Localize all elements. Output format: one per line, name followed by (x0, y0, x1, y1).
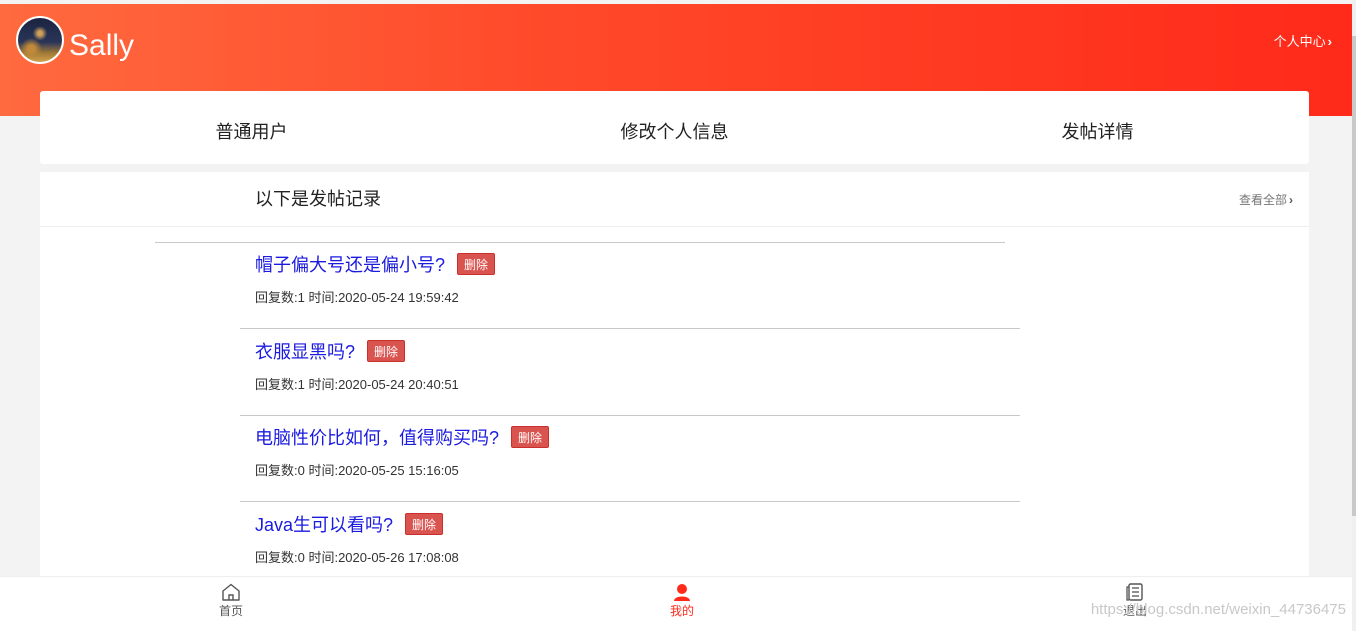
scrollbar-thumb[interactable] (1352, 36, 1356, 516)
post-records-card: 以下是发帖记录 查看全部 › 帽子偏大号还是偏小号? 删除 回复数:1 时间:202… (40, 172, 1309, 576)
post-item: Java生可以看吗? 删除 (255, 513, 444, 537)
post-title-link[interactable]: 帽子偏大号还是偏小号? (255, 255, 445, 275)
section-title: 以下是发帖记录 (255, 189, 381, 209)
user-icon (674, 584, 690, 601)
nav-mine-label: 我的 (669, 604, 694, 618)
nav-mine[interactable]: 我的 (622, 583, 742, 619)
post-title-link[interactable]: 衣服显黑吗? (255, 342, 355, 362)
watermark: https://blog.csdn.net/weixin_44736475 (1090, 601, 1346, 618)
delete-button[interactable]: 删除 (367, 340, 406, 363)
chevron-right-icon: › (1289, 193, 1293, 207)
delete-button[interactable]: 删除 (457, 253, 496, 276)
post-title-link[interactable]: 电脑性价比如何，值得购买吗? (255, 428, 499, 448)
section-header: 以下是发帖记录 查看全部 › (40, 172, 1309, 227)
divider (240, 501, 1020, 502)
document-icon (1126, 583, 1143, 601)
avatar[interactable] (16, 16, 64, 64)
personal-center-label: 个人中心 (1273, 34, 1326, 49)
scrollbar[interactable] (1352, 0, 1356, 631)
delete-button[interactable]: 删除 (511, 426, 550, 449)
divider (240, 415, 1020, 416)
tab-edit-profile[interactable]: 修改个人信息 (463, 91, 886, 164)
tab-post-details[interactable]: 发帖详情 (886, 91, 1309, 164)
personal-center-link[interactable]: 个人中心 › (1274, 33, 1332, 51)
post-item: 衣服显黑吗? 删除 (255, 340, 406, 364)
divider (155, 242, 1005, 243)
nav-home-label: 首页 (218, 604, 243, 618)
delete-button[interactable]: 删除 (405, 513, 444, 536)
nav-home[interactable]: 首页 (171, 583, 291, 619)
post-meta: 回复数:0 时间:2020-05-25 15:16:05 (255, 463, 459, 478)
post-item: 帽子偏大号还是偏小号? 删除 (255, 253, 496, 277)
post-title-link[interactable]: Java生可以看吗? (255, 515, 393, 535)
username: Sally (69, 29, 135, 62)
tab-bar: 普通用户 修改个人信息 发帖详情 (40, 91, 1309, 164)
post-meta: 回复数:0 时间:2020-05-26 17:08:08 (255, 550, 459, 565)
view-all-link[interactable]: 查看全部 › (1239, 191, 1293, 208)
post-item: 电脑性价比如何，值得购买吗? 删除 (255, 426, 550, 450)
home-icon (222, 583, 240, 601)
divider (240, 328, 1020, 329)
chevron-right-icon: › (1327, 34, 1332, 49)
view-all-label: 查看全部 (1238, 193, 1287, 207)
post-meta: 回复数:1 时间:2020-05-24 20:40:51 (255, 377, 459, 392)
post-meta: 回复数:1 时间:2020-05-24 19:59:42 (255, 290, 459, 305)
tab-normal-user[interactable]: 普通用户 (40, 91, 463, 164)
